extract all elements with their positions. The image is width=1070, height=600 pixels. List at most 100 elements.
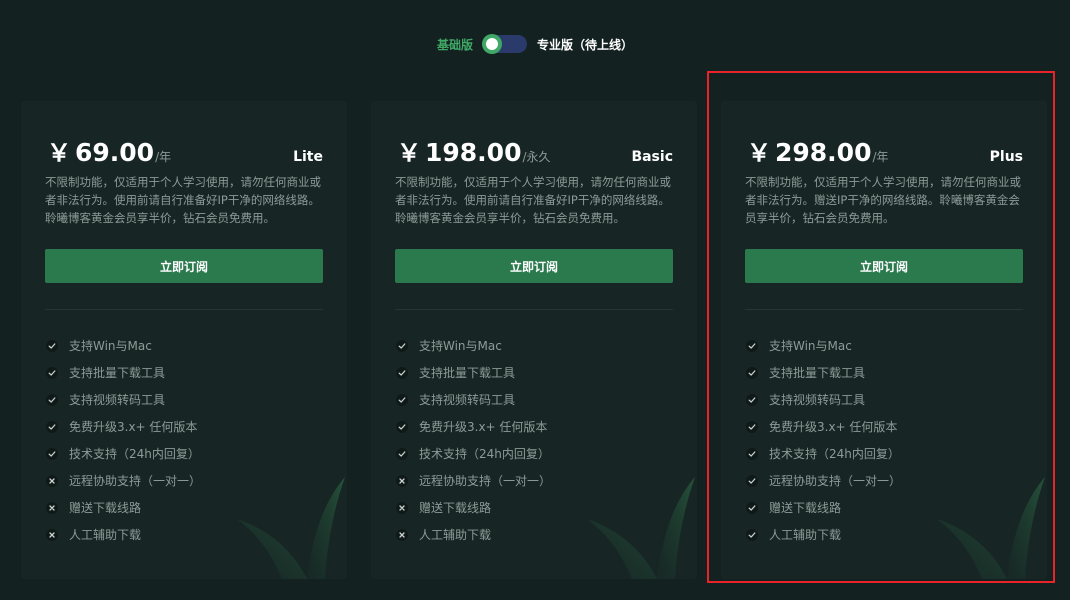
plan-name: Lite <box>293 149 323 165</box>
feature-text: 人工辅助下载 <box>419 528 492 542</box>
cross-icon <box>396 501 408 514</box>
pricing-card-lite: ￥ 69.00/年 Lite 不限制功能，仅适用于个人学习使用，请勿任何商业或者非法行… <box>21 101 347 579</box>
plan-name: Basic <box>631 149 673 165</box>
feature-text: 远程协助支持（一对一） <box>769 474 902 488</box>
feature-text: 人工辅助下载 <box>69 528 142 542</box>
cross-icon <box>46 474 58 487</box>
pricing-card-plus: ￥ 298.00/年 Plus 不限制功能，仅适用于个人学习使用，请勿任何商业或者非法… <box>721 101 1047 579</box>
feature-item: 技术支持（24h内回复） <box>45 440 325 467</box>
subscribe-button[interactable]: 立即订阅 <box>45 249 323 283</box>
subscribe-button[interactable]: 立即订阅 <box>395 249 673 283</box>
feature-text: 支持Win与Mac <box>769 339 852 353</box>
check-icon <box>46 366 58 379</box>
check-icon <box>396 447 408 460</box>
feature-text: 支持视频转码工具 <box>69 393 166 407</box>
price-row: ￥ 69.00/年 Lite <box>47 133 323 167</box>
feature-item: 免费升级3.x+ 任何版本 <box>395 413 675 440</box>
feature-text: 远程协助支持（一对一） <box>419 474 552 488</box>
feature-item: 赠送下载线路 <box>745 494 1025 521</box>
feature-item: 远程协助支持（一对一） <box>395 467 675 494</box>
subscribe-button[interactable]: 立即订阅 <box>745 249 1023 283</box>
feature-text: 技术支持（24h内回复） <box>769 447 900 461</box>
feature-item: 技术支持（24h内回复） <box>745 440 1025 467</box>
feature-item: 支持视频转码工具 <box>745 386 1025 413</box>
cross-icon <box>46 528 58 541</box>
cross-icon <box>396 528 408 541</box>
price-period: /年 <box>155 150 172 164</box>
feature-text: 支持批量下载工具 <box>769 366 866 380</box>
price-currency: ￥ <box>397 139 421 167</box>
feature-list: 支持Win与Mac 支持批量下载工具 支持视频转码工具免费升级3.x+ 任何版本 技术… <box>395 332 675 548</box>
feature-text: 支持Win与Mac <box>419 339 502 353</box>
divider <box>745 309 1023 310</box>
plan-description: 不限制功能，仅适用于个人学习使用，请勿任何商业或者非法行为。使用前请自行准备好I… <box>45 175 321 225</box>
plan-edition-toggle-row: 基础版 专业版（待上线） <box>0 34 1070 54</box>
pricing-card-basic: ￥ 198.00/永久 Basic 不限制功能，仅适用于个人学习使用，请勿任何商业或者… <box>371 101 697 579</box>
feature-text: 支持视频转码工具 <box>419 393 516 407</box>
feature-text: 免费升级3.x+ 任何版本 <box>769 420 898 434</box>
feature-item: 支持视频转码工具 <box>395 386 675 413</box>
feature-item: 人工辅助下载 <box>745 521 1025 548</box>
feature-item: 远程协助支持（一对一） <box>745 467 1025 494</box>
feature-item: 支持Win与Mac <box>45 332 325 359</box>
feature-item: 人工辅助下载 <box>395 521 675 548</box>
feature-text: 赠送下载线路 <box>419 501 492 515</box>
price-period: /年 <box>872 150 889 164</box>
feature-item: 支持批量下载工具 <box>395 359 675 386</box>
price-row: ￥ 198.00/永久 Basic <box>397 133 673 167</box>
feature-item: 免费升级3.x+ 任何版本 <box>745 413 1025 440</box>
feature-list: 支持Win与Mac 支持批量下载工具 支持视频转码工具免费升级3.x+ 任何版本技术… <box>45 332 325 548</box>
feature-item: 赠送下载线路 <box>45 494 325 521</box>
edition-toggle-switch[interactable] <box>482 34 527 54</box>
price-currency: ￥ <box>747 139 771 167</box>
feature-text: 支持批量下载工具 <box>419 366 516 380</box>
feature-item: 免费升级3.x+ 任何版本 <box>45 413 325 440</box>
feature-item: 支持Win与Mac <box>395 332 675 359</box>
feature-text: 支持批量下载工具 <box>69 366 166 380</box>
feature-item: 支持视频转码工具 <box>45 386 325 413</box>
divider <box>395 309 673 310</box>
check-icon <box>396 366 408 379</box>
check-icon <box>396 393 408 406</box>
price-amount: 198.00 <box>425 138 522 167</box>
check-icon <box>46 420 58 433</box>
feature-item: 支持批量下载工具 <box>745 359 1025 386</box>
feature-text: 技术支持（24h内回复） <box>419 447 550 461</box>
feature-item: 技术支持（24h内回复） <box>395 440 675 467</box>
price-currency: ￥ <box>47 139 71 167</box>
feature-text: 人工辅助下载 <box>769 528 842 542</box>
feature-text: 远程协助支持（一对一） <box>69 474 202 488</box>
check-icon <box>396 420 408 433</box>
plan-description: 不限制功能，仅适用于个人学习使用，请勿任何商业或者非法行为。使用前请自行准备好I… <box>395 175 671 225</box>
feature-text: 免费升级3.x+ 任何版本 <box>419 420 548 434</box>
cross-icon <box>46 501 58 514</box>
feature-text: 赠送下载线路 <box>769 501 842 515</box>
feature-item: 远程协助支持（一对一） <box>45 467 325 494</box>
feature-item: 人工辅助下载 <box>45 521 325 548</box>
feature-text: 支持视频转码工具 <box>769 393 866 407</box>
pro-edition-label[interactable]: 专业版（待上线） <box>537 36 633 53</box>
basic-edition-label[interactable]: 基础版 <box>437 36 473 53</box>
feature-list: 支持Win与Mac 支持批量下载工具 支持视频转码工具免费升级3.x+ 任何版本 技术… <box>745 332 1025 548</box>
check-icon <box>746 447 758 460</box>
feature-item: 支持Win与Mac <box>745 332 1025 359</box>
feature-text: 技术支持（24h内回复） <box>69 447 200 461</box>
price-row: ￥ 298.00/年 Plus <box>747 133 1023 167</box>
check-icon <box>746 474 758 487</box>
feature-text: 支持Win与Mac <box>69 339 152 353</box>
feature-item: 支持批量下载工具 <box>45 359 325 386</box>
plan-description: 不限制功能，仅适用于个人学习使用，请勿任何商业或者非法行为。赠送IP干净的网络线… <box>745 175 1021 225</box>
toggle-knob <box>482 34 502 54</box>
price-amount: 298.00 <box>775 138 872 167</box>
price-amount: 69.00 <box>75 138 155 167</box>
feature-text: 赠送下载线路 <box>69 501 142 515</box>
check-icon <box>746 501 758 514</box>
plan-name: Plus <box>989 149 1023 165</box>
check-icon <box>746 420 758 433</box>
pricing-page: 基础版 专业版（待上线） ￥ 69.00/年 Lite 不限制功能，仅适用于个人学习使… <box>0 0 1070 600</box>
divider <box>45 309 323 310</box>
check-icon <box>746 366 758 379</box>
check-icon <box>46 447 58 460</box>
check-icon <box>746 528 758 541</box>
check-icon <box>46 393 58 406</box>
